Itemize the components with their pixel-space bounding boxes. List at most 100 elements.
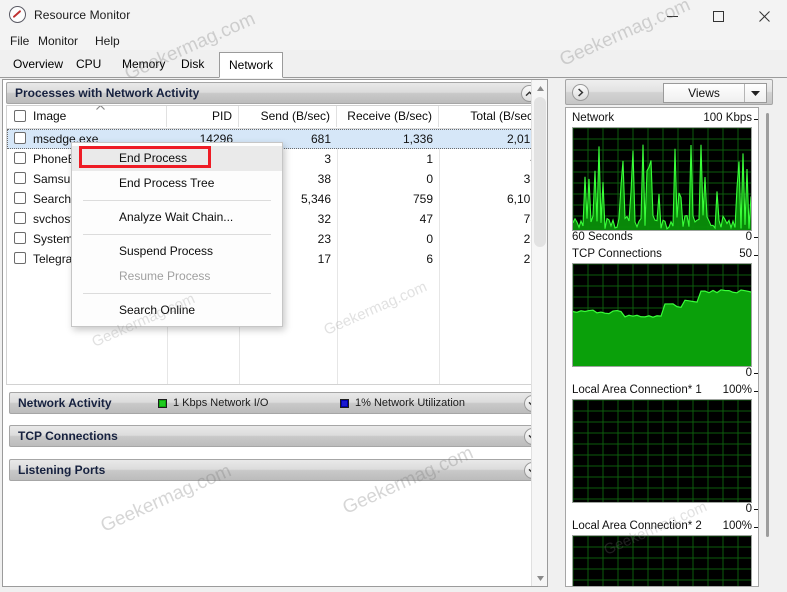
cell-receive: 0 [426, 232, 433, 246]
graph-min-value: 0 [745, 503, 752, 515]
cell-total: 2,017 [506, 132, 537, 146]
listening-ports-title: Listening Ports [18, 463, 106, 477]
cell-total: 23 [439, 249, 543, 269]
graph-name: Local Area Connection* 2 [572, 520, 702, 532]
menu-monitor[interactable]: Monitor [33, 33, 83, 49]
column-header-send[interactable]: Send (B/sec) [239, 106, 337, 127]
legend-network-utilization-label: 1% Network Utilization [355, 397, 466, 409]
scroll-down-icon[interactable] [532, 570, 547, 586]
network-activity-title: Network Activity [18, 396, 112, 410]
graph-label-row: Local Area Connection* 1 100% [572, 384, 752, 399]
title-bar: Resource Monitor [0, 0, 787, 32]
tab-overview[interactable]: Overview [4, 53, 72, 77]
listening-ports-section-header[interactable]: Listening Ports [9, 459, 547, 481]
column-header-total[interactable]: Total (B/sec) [439, 106, 543, 127]
cell-receive: 6 [426, 252, 433, 266]
graph-scale-bracket [754, 255, 758, 374]
graph-max-value: 100% [722, 520, 752, 532]
scrollbar-thumb[interactable] [766, 113, 769, 537]
tab-memory[interactable]: Memory [113, 53, 174, 77]
blue-swatch-icon [340, 398, 349, 408]
graph-plot [572, 127, 752, 231]
chevron-down-icon[interactable] [745, 90, 766, 96]
cell-receive: 1 [426, 152, 433, 166]
context-menu-separator [83, 293, 271, 294]
table-header-row: Image PID Send (B/sec) Receive (B/sec) T… [7, 106, 543, 129]
close-button[interactable] [741, 0, 787, 32]
legend-network-io-label: 1 Kbps Network I/O [173, 397, 269, 409]
graph-list: Network 100 Kbps 60 Seconds 0 TCP Connection… [565, 107, 759, 587]
cell-total: 6,106 [506, 192, 537, 206]
menu-bar: File Monitor Help [0, 32, 787, 50]
scrollbar-thumb[interactable] [534, 97, 546, 247]
context-menu-item[interactable]: End Process Tree [72, 171, 282, 196]
graph-toolbar: Views [565, 79, 773, 105]
graph-label-row: Network 100 Kbps [572, 112, 752, 127]
graph-scale-bracket [754, 527, 758, 586]
context-menu-item: Resume Process [119, 269, 211, 283]
process-context-menu[interactable]: End Process End Process Tree Analyze Wait … [71, 142, 283, 327]
window-title: Resource Monitor [34, 7, 131, 22]
end-process-annotation-box [79, 146, 211, 168]
right-pane-scrollbar[interactable] [762, 107, 773, 585]
window-controls [649, 0, 787, 32]
graph-scale-bracket [754, 119, 758, 238]
context-menu-item[interactable]: Search Online [72, 298, 282, 323]
views-button[interactable]: Views [663, 83, 767, 103]
menu-file[interactable]: File [5, 33, 34, 49]
context-menu-item[interactable]: Suspend Process [72, 239, 282, 264]
tab-network[interactable]: Network [219, 52, 284, 78]
processes-section-header[interactable]: Processes with Network Activity [6, 82, 544, 104]
processes-section-title: Processes with Network Activity [15, 86, 200, 100]
graph-plot [572, 399, 752, 503]
graph-plot [572, 263, 752, 367]
cell-total: 23 [439, 229, 543, 249]
graph-foot-row: 0 [572, 367, 752, 382]
graph-max-value: 100% [722, 384, 752, 396]
tab-strip: Overview CPU Memory Disk Network [0, 50, 787, 78]
graph-name: Local Area Connection* 1 [572, 384, 702, 396]
left-pane-scrollbar[interactable] [531, 80, 547, 586]
tab-cpu[interactable]: CPU [67, 53, 110, 77]
tab-disk[interactable]: Disk [172, 53, 213, 77]
graph-min-value: 0 [745, 231, 752, 243]
maximize-button[interactable] [695, 0, 741, 32]
resource-monitor-icon [9, 6, 26, 23]
context-menu-item[interactable]: Analyze Wait Chain... [72, 205, 282, 230]
graph-name: Network [572, 112, 615, 124]
menu-help[interactable]: Help [90, 33, 125, 49]
minimize-button[interactable] [649, 0, 695, 32]
graph-foot-row: 0 [572, 503, 752, 518]
cell-receive: 1,336 [402, 132, 433, 146]
cell-total: 78 [439, 209, 543, 229]
graph-plot [572, 535, 752, 586]
legend-network-io: 1 Kbps Network I/O [158, 397, 268, 409]
title-bar-left: Resource Monitor [9, 6, 130, 23]
right-graph-pane: Views Network 100 Kbps 60 Seconds 0 TCP Conn… [565, 79, 773, 587]
context-menu-separator [83, 234, 271, 235]
graph-block: Local Area Connection* 2100%0 [572, 520, 758, 586]
graph-block: Network 100 Kbps 60 Seconds 0 [572, 112, 758, 246]
column-header-image[interactable]: Image [7, 106, 167, 127]
graph-block: Local Area Connection* 1 100% 0 [572, 384, 758, 518]
legend-network-utilization: 1% Network Utilization [340, 397, 465, 409]
graph-min-value: 0 [745, 367, 752, 379]
cell-receive: 0 [426, 172, 433, 186]
graph-max-value: 50 [739, 248, 752, 260]
graph-label-row: Local Area Connection* 2 100% [572, 520, 752, 535]
tcp-connections-title: TCP Connections [18, 429, 118, 443]
scroll-up-icon[interactable] [532, 80, 547, 96]
graph-name: TCP Connections [572, 248, 662, 260]
graph-scale-bracket [754, 391, 758, 510]
cell-receive: 759 [412, 192, 433, 206]
network-activity-section-header[interactable]: Network Activity 1 Kbps Network I/O 1% N… [9, 392, 547, 414]
graph-label-row: TCP Connections 50 [572, 248, 752, 263]
graph-block: TCP Connections 50 0 [572, 248, 758, 382]
graph-time-label: 60 Seconds [572, 231, 633, 243]
chevron-right-circle-icon[interactable] [572, 84, 589, 101]
tcp-connections-section-header[interactable]: TCP Connections [9, 425, 547, 447]
green-swatch-icon [158, 398, 167, 408]
cell-receive: 47 [419, 212, 433, 226]
column-header-pid[interactable]: PID [167, 106, 239, 127]
column-header-receive[interactable]: Receive (B/sec) [337, 106, 439, 127]
